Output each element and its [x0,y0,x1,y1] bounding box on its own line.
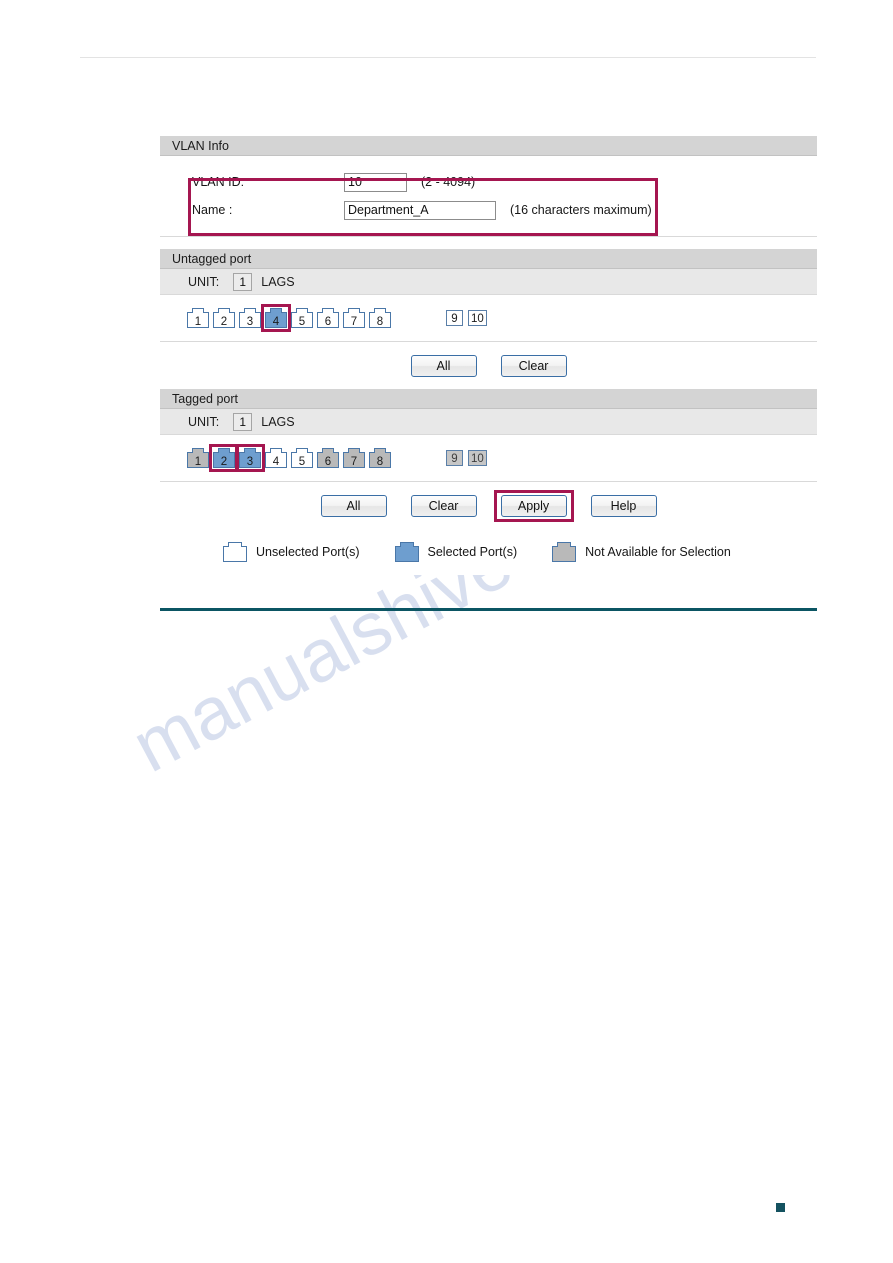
port-unselected-icon [222,541,248,563]
untagged-port-1[interactable]: 1 [186,307,210,329]
untagged-port-list: 1 2 3 4 5 6 7 8 [186,304,394,332]
untagged-port-3[interactable]: 3 [238,307,262,329]
tagged-port-4[interactable]: 4 [264,447,288,469]
untagged-port-grid: 1 2 3 4 5 6 7 8 9 10 [160,295,817,341]
untagged-lags-label[interactable]: LAGS [261,275,294,289]
all-button[interactable]: All [320,494,387,517]
legend-label: Not Available for Selection [585,545,731,559]
legend-item-unselected: Unselected Port(s) [222,541,360,563]
untagged-port-7[interactable]: 7 [342,307,366,329]
untagged-button-row: All Clear [160,342,817,389]
tagged-port-7: 7 [342,447,366,469]
page-corner-marker [776,1203,785,1212]
vlan-id-hint: (2 - 4094) [421,175,476,189]
vlan-info-section-body: VLAN ID: (2 - 4094) Name : (16 character… [160,156,817,237]
vlan-configuration-panel: VLAN Info VLAN ID: (2 - 4094) Name : (16… [160,136,817,575]
legend-item-unavailable: Not Available for Selection [551,541,731,563]
tagged-button-row: All Clear Apply Help [160,482,817,529]
legend-label: Unselected Port(s) [256,545,360,559]
tagged-lag-port-9: 9 [446,450,463,466]
port-number-label: 4 [272,316,280,328]
tagged-port-1: 1 [186,447,210,469]
port-number-label: 2 [220,316,228,328]
port-number-label: 5 [298,456,306,468]
tagged-unit-label: UNIT: [188,414,220,429]
port-unavailable-icon [551,541,577,563]
tagged-lags-label[interactable]: LAGS [261,415,294,429]
port-selected-icon [394,541,420,563]
help-button[interactable]: Help [590,494,657,517]
port-number-label: 2 [220,456,228,468]
untagged-all-button-wrap: All [399,354,489,377]
legend-label: Selected Port(s) [427,545,518,559]
tagged-port-2[interactable]: 2 [209,444,239,472]
port-number-label: 7 [350,456,358,468]
legend-item-selected: Selected Port(s) [394,541,518,563]
untagged-lag-port-list: 9 10 [446,310,492,326]
tagged-port-grid: 1 2 3 4 5 6 7 8 9 10 [160,435,817,481]
untagged-unit-strip: UNIT: 1 LAGS [160,269,817,295]
untagged-clear-button-wrap: Clear [489,354,579,377]
tagged-port-8: 8 [368,447,392,469]
untagged-lag-port-9[interactable]: 9 [446,310,463,326]
port-number-label: 6 [324,316,332,328]
port-number-label: 3 [246,456,254,468]
vlan-name-hint: (16 characters maximum) [510,203,652,217]
tagged-port-6: 6 [316,447,340,469]
port-number-label: 8 [376,456,384,468]
untagged-port-section-body: 1 2 3 4 5 6 7 8 9 10 [160,295,817,342]
port-number-label: 4 [272,456,280,468]
tagged-all-button-wrap: All [309,494,399,517]
tagged-apply-button-wrap: Apply [489,489,579,522]
port-number-label: 6 [324,456,332,468]
tagged-port-list: 1 2 3 4 5 6 7 8 [186,444,394,472]
port-number-label: 7 [350,316,358,328]
vlan-name-input[interactable] [344,200,496,220]
page-bottom-divider [160,608,817,611]
clear-button[interactable]: Clear [410,494,477,517]
vlan-name-label: Name : [192,203,233,217]
apply-button[interactable]: Apply [500,494,567,517]
vlan-name-row: Name : (16 characters maximum) [160,196,817,224]
port-number-label: 1 [194,456,202,468]
all-button[interactable]: All [410,354,477,377]
port-number-label: 1 [194,316,202,328]
untagged-lag-port-10[interactable]: 10 [468,310,487,326]
vlan-id-label: VLAN ID: [192,175,245,189]
untagged-port-2[interactable]: 2 [212,307,236,329]
vlan-id-row: VLAN ID: (2 - 4094) [160,168,817,196]
tagged-port-3[interactable]: 3 [235,444,265,472]
port-state-legend: Unselected Port(s) Selected Port(s) Not Av… [160,529,817,575]
untagged-port-8[interactable]: 8 [368,307,392,329]
vlan-id-input[interactable] [344,172,407,192]
untagged-port-5[interactable]: 5 [290,307,314,329]
port-number-label: 8 [376,316,384,328]
untagged-port-6[interactable]: 6 [316,307,340,329]
tagged-unit-selector[interactable]: 1 [233,412,253,431]
tagged-port-section-header: Tagged port [160,389,817,409]
untagged-port-section-header: Untagged port [160,249,817,269]
tagged-port-5[interactable]: 5 [290,447,314,469]
untagged-unit-label: UNIT: [188,274,220,289]
tagged-unit-strip: UNIT: 1 LAGS [160,409,817,435]
tagged-clear-button-wrap: Clear [399,494,489,517]
vlan-info-section-header: VLAN Info [160,136,817,156]
port-number-label: 3 [246,316,254,328]
spacer-after-vlan-info [160,237,817,249]
tagged-port-section-body: 1 2 3 4 5 6 7 8 9 10 [160,435,817,482]
page-top-divider [80,57,816,58]
clear-button[interactable]: Clear [500,354,567,377]
port-number-label: 5 [298,316,306,328]
untagged-unit-selector[interactable]: 1 [233,272,253,291]
untagged-port-4[interactable]: 4 [261,304,291,332]
vlan-info-form: VLAN ID: (2 - 4094) Name : (16 character… [160,156,817,236]
tagged-help-button-wrap: Help [579,494,669,517]
tagged-lag-port-10: 10 [468,450,487,466]
tagged-lag-port-list: 9 10 [446,450,492,466]
